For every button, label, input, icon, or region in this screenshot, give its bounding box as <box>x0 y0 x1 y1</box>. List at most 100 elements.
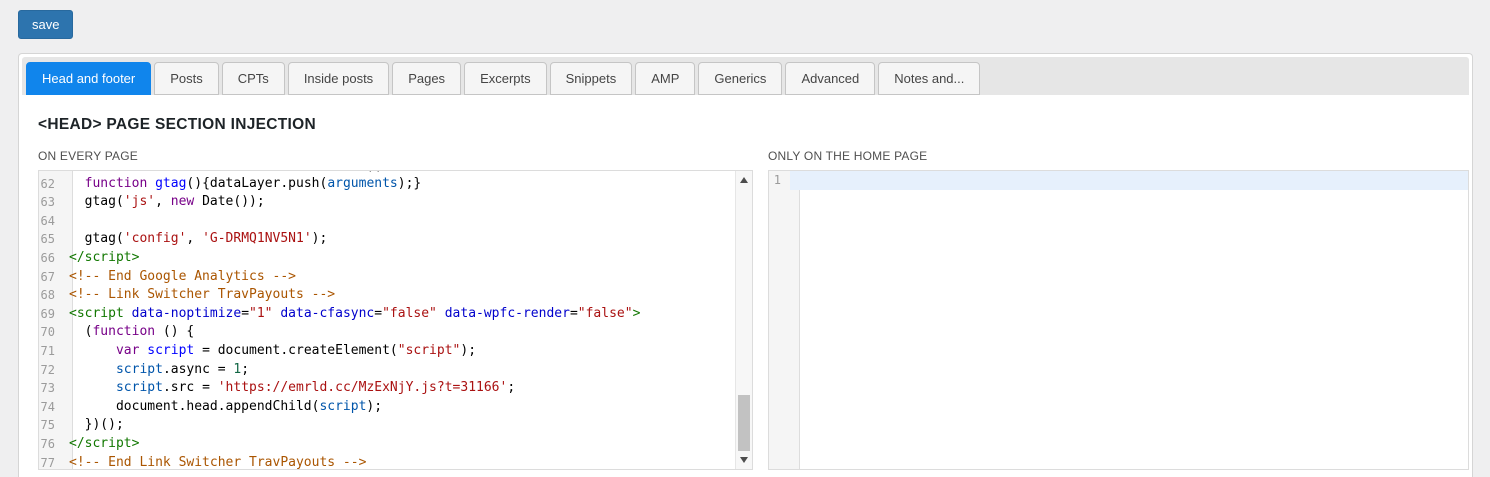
token-plain: );} <box>398 176 421 191</box>
code-text[interactable]: (function () { <box>64 323 752 342</box>
token-plain <box>69 380 116 395</box>
tab-head-and-footer[interactable]: Head and footer <box>26 62 151 95</box>
token-var2: script <box>319 399 366 414</box>
scrollbar-thumb[interactable] <box>738 395 750 451</box>
token-plain: ( <box>69 324 92 339</box>
token-plain: = <box>241 306 249 321</box>
line-number: 72 <box>39 361 64 380</box>
code-text[interactable]: document.head.appendChild(script); <box>64 398 752 417</box>
token-plain: = document.createElement( <box>194 343 398 358</box>
code-line-1[interactable]: 1 <box>769 171 1468 190</box>
line-number: 70 <box>39 323 64 342</box>
code-line-74[interactable]: 74 document.head.appendChild(script); <box>39 398 752 417</box>
line-number: 76 <box>39 435 64 454</box>
code-lines: 1 <box>769 171 1468 190</box>
code-line-65[interactable]: 65 gtag('config', 'G-DRMQ1NV5N1'); <box>39 230 752 249</box>
every-page-label: ON EVERY PAGE <box>38 149 753 163</box>
settings-panel: Head and footerPostsCPTsInside postsPage… <box>18 53 1473 477</box>
code-line-67[interactable]: 67<!-- End Google Analytics --> <box>39 268 752 287</box>
code-line-73[interactable]: 73 script.src = 'https://emrld.cc/MzExNj… <box>39 379 752 398</box>
code-text[interactable]: function gtag(){dataLayer.push(arguments… <box>64 175 752 194</box>
token-plain <box>124 306 132 321</box>
code-line-75[interactable]: 75 })(); <box>39 416 752 435</box>
token-plain <box>69 362 116 377</box>
tab-generics[interactable]: Generics <box>698 62 782 95</box>
tab-cpts[interactable]: CPTs <box>222 62 285 95</box>
scroll-down-icon[interactable] <box>740 457 748 463</box>
line-number: 65 <box>39 230 64 249</box>
page-title: <HEAD> PAGE SECTION INJECTION <box>38 116 1469 134</box>
code-line-68[interactable]: 68<!-- Link Switcher TravPayouts --> <box>39 286 752 305</box>
token-plain: () { <box>155 324 194 339</box>
code-text[interactable]: })(); <box>64 416 752 435</box>
tab-inside-posts[interactable]: Inside posts <box>288 62 389 95</box>
code-line-70[interactable]: 70 (function () { <box>39 323 752 342</box>
tab-snippets[interactable]: Snippets <box>550 62 633 95</box>
token-str: 'https://emrld.cc/MzExNjY.js?t=31166' <box>218 380 508 395</box>
code-line-64[interactable]: 64 <box>39 212 752 231</box>
vertical-scrollbar[interactable] <box>735 171 752 469</box>
token-tag: </script> <box>69 436 139 451</box>
token-plain: ; <box>507 380 515 395</box>
code-text[interactable] <box>64 212 752 231</box>
token-com: <!-- End Google Analytics --> <box>69 269 296 284</box>
token-plain: = <box>570 306 578 321</box>
code-text[interactable]: gtag('config', 'G-DRMQ1NV5N1'); <box>64 230 752 249</box>
line-number: 68 <box>39 286 64 305</box>
code-line-62[interactable]: 62 function gtag(){dataLayer.push(argume… <box>39 175 752 194</box>
token-plain: ); <box>460 343 476 358</box>
token-plain: , <box>186 231 202 246</box>
tab-notes-and[interactable]: Notes and... <box>878 62 980 95</box>
code-text[interactable]: var script = document.createElement("scr… <box>64 342 752 361</box>
code-text[interactable]: </script> <box>64 435 752 454</box>
token-kw: function <box>85 176 148 191</box>
token-attr: data-cfasync <box>280 306 374 321</box>
code-line-66[interactable]: 66</script> <box>39 249 752 268</box>
token-plain: gtag( <box>69 194 124 209</box>
scroll-up-icon[interactable] <box>740 177 748 183</box>
line-number: 77 <box>39 454 64 471</box>
tab-advanced[interactable]: Advanced <box>785 62 875 95</box>
token-plain: ); <box>312 231 328 246</box>
token-plain <box>147 176 155 191</box>
code-lines: 61 window.dataLayer = window.dataLayer |… <box>39 170 752 470</box>
code-line-76[interactable]: 76 </script> <box>39 435 752 454</box>
code-text[interactable]: <script data-noptimize="1" data-cfasync=… <box>64 305 752 324</box>
tab-bar: Head and footerPostsCPTsInside postsPage… <box>22 57 1469 95</box>
code-text[interactable]: </script> <box>64 249 752 268</box>
token-str: "false" <box>578 306 633 321</box>
save-button[interactable]: save <box>18 10 73 39</box>
code-line-63[interactable]: 63 gtag('js', new Date()); <box>39 193 752 212</box>
code-line-69[interactable]: 69<script data-noptimize="1" data-cfasyn… <box>39 305 752 324</box>
line-number: 75 <box>39 416 64 435</box>
token-plain: ; <box>241 362 249 377</box>
code-text[interactable]: <!-- End Link Switcher TravPayouts --> <box>64 454 752 471</box>
code-text[interactable]: script.src = 'https://emrld.cc/MzExNjY.j… <box>64 379 752 398</box>
home-page-label: ONLY ON THE HOME PAGE <box>768 149 1469 163</box>
token-plain: Date()); <box>194 194 264 209</box>
line-number: 64 <box>39 212 64 231</box>
tab-amp[interactable]: AMP <box>635 62 695 95</box>
code-line-77[interactable]: 77<!-- End Link Switcher TravPayouts --> <box>39 454 752 471</box>
token-var2: arguments <box>327 176 397 191</box>
tab-posts[interactable]: Posts <box>154 62 219 95</box>
token-attr: data-wpfc-render <box>445 306 570 321</box>
tab-pages[interactable]: Pages <box>392 62 461 95</box>
token-plain: .async = <box>163 362 233 377</box>
home-page-column: ONLY ON THE HOME PAGE 1 <box>768 149 1469 470</box>
code-line-72[interactable]: 72 script.async = 1; <box>39 361 752 380</box>
token-plain: (){dataLayer.push( <box>186 176 327 191</box>
code-text[interactable]: script.async = 1; <box>64 361 752 380</box>
token-plain <box>69 176 85 191</box>
code-text[interactable]: <!-- Link Switcher TravPayouts --> <box>64 286 752 305</box>
code-line-71[interactable]: 71 var script = document.createElement("… <box>39 342 752 361</box>
tab-content: <HEAD> PAGE SECTION INJECTION ON EVERY P… <box>22 95 1469 470</box>
code-text[interactable] <box>790 171 1468 190</box>
tab-excerpts[interactable]: Excerpts <box>464 62 547 95</box>
code-text[interactable]: <!-- End Google Analytics --> <box>64 268 752 287</box>
token-kw: function <box>92 324 155 339</box>
code-text[interactable]: gtag('js', new Date()); <box>64 193 752 212</box>
code-editor-every-page[interactable]: 61 window.dataLayer = window.dataLayer |… <box>38 170 753 470</box>
token-plain: = <box>374 306 382 321</box>
code-editor-home-page[interactable]: 1 <box>768 170 1469 470</box>
